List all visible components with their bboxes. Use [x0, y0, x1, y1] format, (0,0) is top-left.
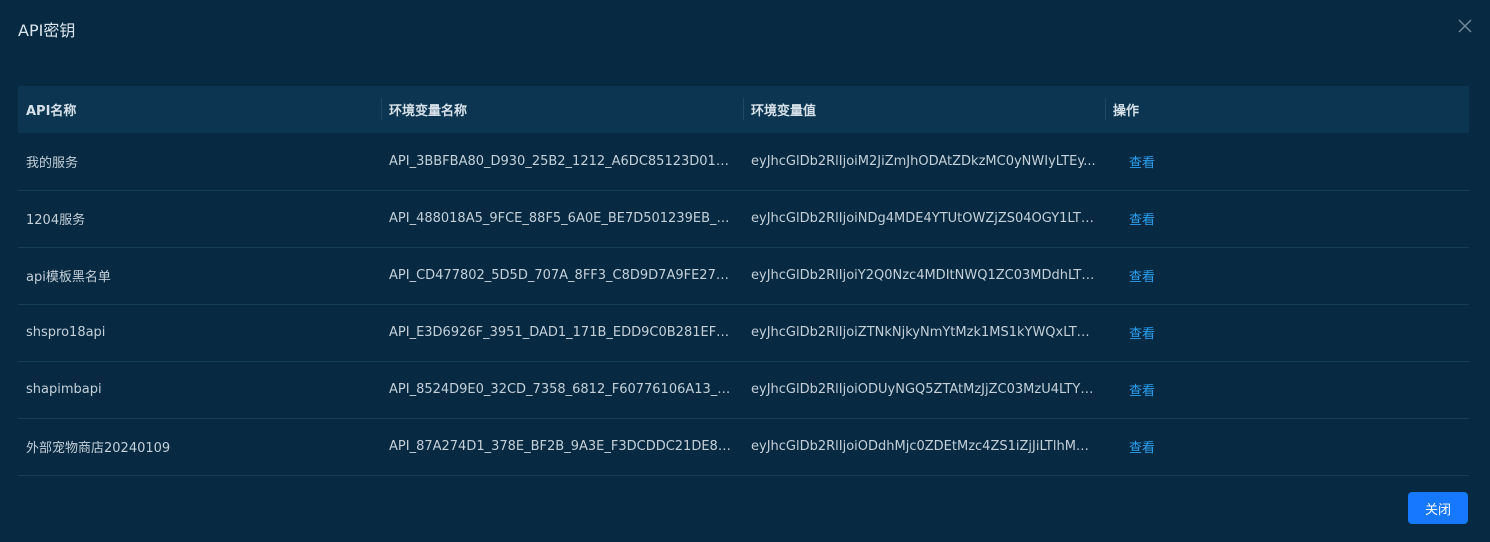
view-link[interactable]: 查看 [1129, 156, 1155, 171]
api-name-cell: 1204服务 [26, 213, 86, 228]
column-header-env-value: 环境变量值 [743, 86, 1105, 133]
actions-cell: 查看 [1105, 190, 1469, 247]
api-name-cell: 我的服务 [26, 155, 79, 171]
env-value-cell: eyJhcGlDb2RlIjoiODUyNGQ5ZTAtMzJjZC03MzU4… [751, 382, 1101, 397]
env-name-cell: API_E3D6926F_3951_DAD1_171B_EDD9C0B281EF… [389, 325, 743, 340]
column-header-actions: 操作 [1105, 86, 1469, 133]
env-name-cell: API_CD477802_5D5D_707A_8FF3_C8D9D7A9FE27… [389, 268, 743, 283]
actions-cell: 查看 [1105, 418, 1469, 475]
api-name-cell: shspro18api [26, 325, 106, 340]
api-key-table: API名称 环境变量名称 环境变量值 操作 我的服务 API_3BBFBA80_… [18, 86, 1469, 476]
env-name-cell: API_8524D9E0_32CD_7358_6812_F60776106A13… [389, 382, 739, 397]
table-row: 外部宠物商店20240109 API_87A274D1_378E_BF2B_9A… [18, 418, 1469, 475]
env-value-cell: eyJhcGlDb2RlIjoiODdhMjc0ZDEtMzc4ZS1iZjJi… [751, 439, 1105, 454]
actions-cell: 查看 [1105, 247, 1469, 304]
table-row: api模板黑名单 API_CD477802_5D5D_707A_8FF3_C8D… [18, 247, 1469, 304]
env-name-cell: API_87A274D1_378E_BF2B_9A3E_F3DCDDC21DE8… [389, 439, 743, 454]
table-row: shspro18api API_E3D6926F_3951_DAD1_171B_… [18, 304, 1469, 361]
api-name-cell: shapimbapi [26, 382, 102, 397]
api-key-dialog: API密钥 API名称 环境变量名称 环境变量值 操作 我的服务 API_3BB… [0, 0, 1490, 542]
table-header-row: API名称 环境变量名称 环境变量值 操作 [18, 86, 1469, 133]
env-name-cell: API_488018A5_9FCE_88F5_6A0E_BE7D501239EB… [389, 211, 743, 226]
actions-cell: 查看 [1105, 304, 1469, 361]
column-header-api-name: API名称 [26, 104, 77, 119]
actions-cell: 查看 [1105, 361, 1469, 418]
view-link[interactable]: 查看 [1129, 384, 1155, 399]
table-row: 1204服务 API_488018A5_9FCE_88F5_6A0E_BE7D5… [18, 190, 1469, 247]
env-value-cell: eyJhcGlDb2RlIjoiM2JiZmJhODAtZDkzMC0yNWIy… [751, 153, 1096, 169]
env-value-cell: eyJhcGlDb2RlIjoiY2Q0Nzc4MDItNWQ1ZC03MDdh… [751, 268, 1102, 283]
env-value-cell: eyJhcGlDb2RlIjoiZTNkNjkyNmYtMzk1MS1kYWQx… [751, 325, 1105, 340]
api-name-cell: api模板黑名单 [26, 270, 111, 285]
dialog-title: API密钥 [18, 21, 76, 40]
view-link[interactable]: 查看 [1129, 213, 1155, 228]
table-row: shapimbapi API_8524D9E0_32CD_7358_6812_F… [18, 361, 1469, 418]
actions-cell: 查看 [1105, 133, 1469, 190]
env-name-cell: API_3BBFBA80_D930_25B2_1212_A6DC85123D01… [389, 153, 743, 169]
close-icon[interactable] [1456, 17, 1474, 35]
column-header-env-name: 环境变量名称 [381, 86, 743, 133]
table-row: 我的服务 API_3BBFBA80_D930_25B2_1212_A6DC851… [18, 133, 1469, 190]
view-link[interactable]: 查看 [1129, 327, 1155, 342]
close-button[interactable]: 关闭 [1408, 492, 1468, 524]
view-link[interactable]: 查看 [1129, 270, 1155, 285]
view-link[interactable]: 查看 [1129, 441, 1155, 456]
env-value-cell: eyJhcGlDb2RlIjoiNDg4MDE4YTUtOWZjZS04OGY1… [751, 211, 1103, 226]
api-name-cell: 外部宠物商店20240109 [26, 441, 171, 456]
